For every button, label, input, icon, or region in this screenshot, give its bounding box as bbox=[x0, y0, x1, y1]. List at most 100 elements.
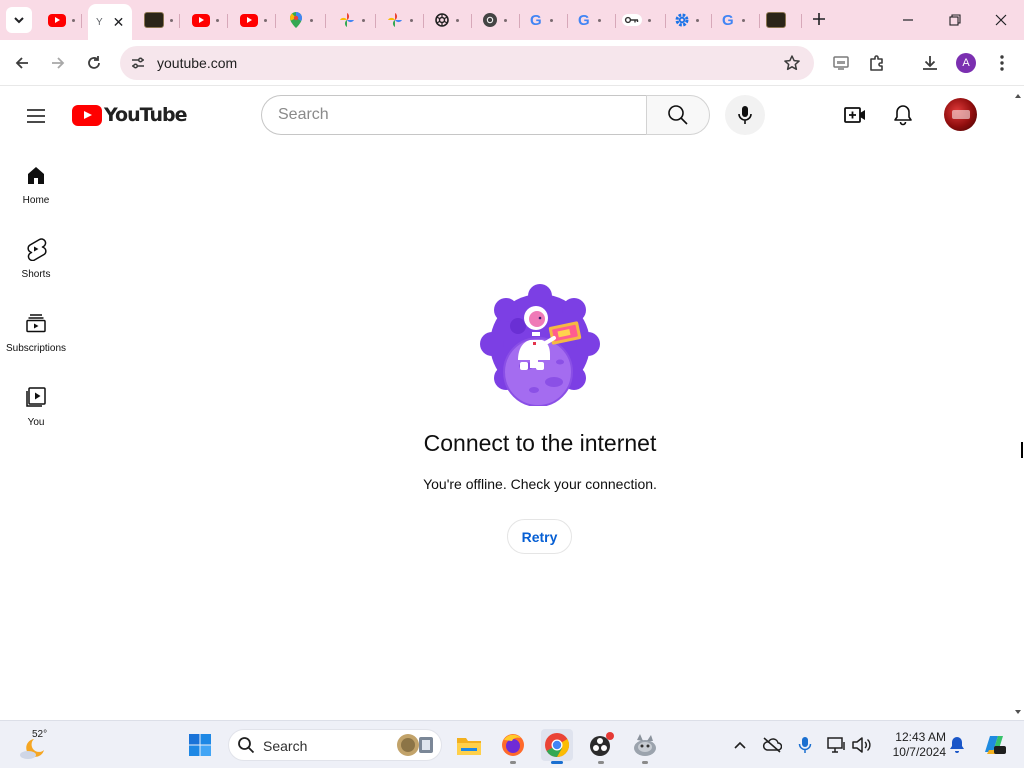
site-info-icon[interactable] bbox=[128, 53, 148, 73]
clock-date: 10/7/2024 bbox=[892, 745, 946, 759]
search-button[interactable] bbox=[646, 95, 710, 135]
chevron-down-icon bbox=[14, 17, 24, 24]
tab-dark-site-2[interactable] bbox=[762, 6, 802, 34]
tab-youtube-1[interactable] bbox=[42, 6, 82, 34]
chevron-up-icon bbox=[734, 741, 746, 749]
cloud-offline-icon bbox=[763, 737, 782, 753]
taskbar-search[interactable]: Search bbox=[228, 729, 442, 761]
obs-icon bbox=[590, 732, 614, 756]
scroll-down-icon[interactable] bbox=[1015, 710, 1021, 714]
weather-widget[interactable]: 52° bbox=[20, 727, 60, 763]
guide-item-shorts[interactable]: Shorts bbox=[0, 237, 72, 311]
new-tab-button[interactable] bbox=[808, 8, 830, 30]
taskbar-app-gimp[interactable] bbox=[629, 729, 661, 764]
subscriptions-icon bbox=[24, 311, 48, 335]
browser-tab-strip: Y ✕ G G G bbox=[0, 0, 1024, 40]
minimize-button[interactable] bbox=[898, 10, 918, 30]
hamburger-menu-icon bbox=[27, 109, 45, 123]
windows-logo-icon bbox=[189, 734, 211, 756]
tab-google-photos-1[interactable] bbox=[332, 6, 376, 34]
tab-youtube-2[interactable] bbox=[186, 6, 228, 34]
minimize-icon bbox=[903, 19, 913, 21]
guide-label: Shorts bbox=[21, 269, 51, 280]
firefox-icon bbox=[502, 734, 524, 756]
account-avatar[interactable] bbox=[944, 98, 977, 131]
cast-media-button[interactable] bbox=[829, 51, 853, 75]
address-url[interactable]: youtube.com bbox=[157, 55, 237, 71]
photos-pinwheel-icon bbox=[388, 13, 402, 27]
downloads-button[interactable] bbox=[918, 51, 942, 75]
copilot-icon bbox=[985, 736, 1006, 754]
bell-icon bbox=[950, 737, 964, 753]
browser-menu-button[interactable] bbox=[990, 51, 1014, 75]
tab-google-1[interactable]: G bbox=[524, 6, 568, 34]
guide-menu-button[interactable] bbox=[24, 104, 48, 128]
guide-label: You bbox=[27, 417, 45, 428]
taskbar-search-label: Search bbox=[263, 738, 308, 754]
browser-toolbar: youtube.com A bbox=[0, 40, 1024, 86]
restore-button[interactable] bbox=[945, 10, 965, 30]
bell-icon bbox=[894, 105, 912, 126]
guide-item-home[interactable]: Home bbox=[0, 163, 72, 237]
extensions-button[interactable] bbox=[865, 51, 889, 75]
youtube-wordmark: YouTube bbox=[104, 104, 187, 126]
system-clock[interactable]: 12:43 AM 10/7/2024 bbox=[880, 730, 946, 760]
notification-center-button[interactable] bbox=[947, 735, 967, 755]
tab-password-manager[interactable] bbox=[618, 6, 666, 34]
tab-youtube-3[interactable] bbox=[234, 6, 276, 34]
taskbar-app-file-explorer[interactable] bbox=[453, 729, 485, 761]
search-input[interactable] bbox=[262, 96, 647, 134]
volume-status[interactable] bbox=[851, 735, 871, 755]
search-highlight-icon bbox=[397, 734, 433, 756]
running-indicator bbox=[642, 761, 648, 764]
show-hidden-icons-button[interactable] bbox=[730, 735, 750, 755]
google-g-icon: G bbox=[578, 11, 590, 29]
tab-google-3[interactable]: G bbox=[716, 6, 760, 34]
forward-button[interactable] bbox=[46, 51, 70, 75]
active-indicator bbox=[551, 761, 563, 764]
microphone-icon bbox=[738, 106, 752, 124]
tab-search-button[interactable] bbox=[6, 7, 32, 33]
tab-google-2[interactable]: G bbox=[572, 6, 616, 34]
bookmark-star-icon[interactable] bbox=[782, 53, 802, 73]
microphone-icon bbox=[798, 737, 812, 753]
taskbar-app-obs[interactable] bbox=[585, 729, 617, 764]
cast-icon bbox=[833, 56, 849, 70]
notifications-button[interactable] bbox=[891, 103, 915, 127]
tab-google-photos-2[interactable] bbox=[380, 6, 424, 34]
address-bar[interactable]: youtube.com bbox=[120, 46, 814, 80]
close-window-button[interactable] bbox=[991, 10, 1011, 30]
home-icon bbox=[24, 163, 48, 187]
guide-item-subscriptions[interactable]: Subscriptions bbox=[0, 311, 72, 385]
vertical-scrollbar[interactable] bbox=[1012, 87, 1024, 720]
tab-dark-site-1[interactable] bbox=[138, 6, 180, 34]
you-library-icon bbox=[24, 385, 48, 409]
voice-search-button[interactable] bbox=[725, 95, 765, 135]
gimp-icon bbox=[634, 734, 656, 756]
key-icon bbox=[622, 14, 642, 26]
start-button[interactable] bbox=[184, 729, 216, 761]
youtube-logo[interactable]: YouTube bbox=[72, 104, 187, 126]
taskbar-app-firefox[interactable] bbox=[497, 729, 529, 764]
tab-openai[interactable] bbox=[428, 6, 472, 34]
reload-button[interactable] bbox=[82, 51, 106, 75]
onedrive-status[interactable] bbox=[762, 735, 782, 755]
google-g-icon: G bbox=[530, 11, 542, 29]
network-status[interactable] bbox=[827, 735, 847, 755]
create-button[interactable] bbox=[843, 103, 867, 127]
tab-google-maps[interactable] bbox=[282, 6, 326, 34]
guide-item-you[interactable]: You bbox=[0, 385, 72, 459]
scroll-up-icon[interactable] bbox=[1015, 94, 1021, 98]
microphone-status[interactable] bbox=[795, 735, 815, 755]
back-button[interactable] bbox=[10, 51, 34, 75]
tab-chrome[interactable] bbox=[476, 6, 520, 34]
tab-settings[interactable] bbox=[668, 6, 712, 34]
search-icon bbox=[238, 737, 255, 754]
taskbar-app-chrome[interactable] bbox=[541, 729, 573, 764]
tab-youtube-active[interactable]: Y ✕ bbox=[88, 4, 133, 40]
retry-button[interactable]: Retry bbox=[507, 519, 572, 554]
close-tab-icon[interactable]: ✕ bbox=[113, 15, 125, 29]
clock-time: 12:43 AM bbox=[895, 730, 946, 744]
profile-avatar[interactable]: A bbox=[956, 53, 976, 73]
copilot-button[interactable] bbox=[981, 732, 1007, 758]
